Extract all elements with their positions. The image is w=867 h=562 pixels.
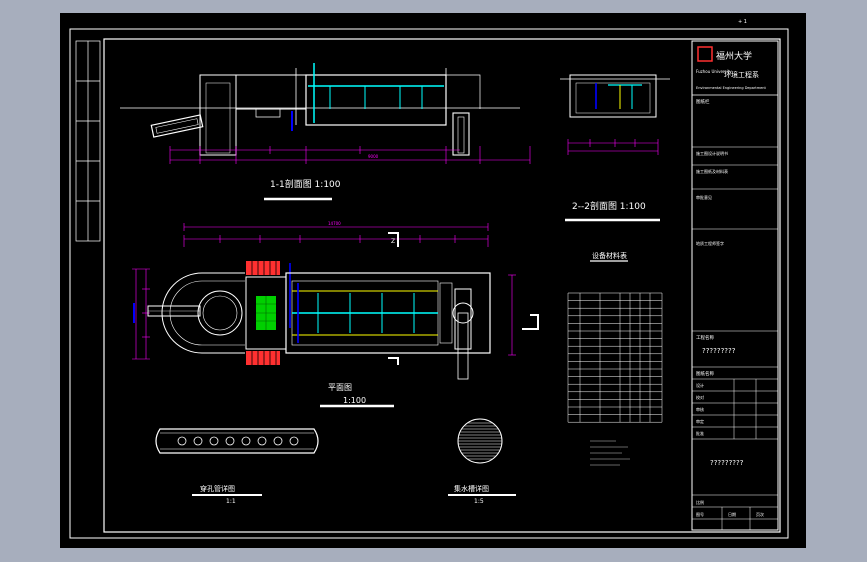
pipe-detail-title: 穿孔管详图	[200, 484, 235, 493]
section-1-1[interactable]: 9000 1-1剖面图 1:100	[120, 63, 531, 201]
sign-row-4: 审定	[696, 418, 704, 424]
plan-scale: 1:100	[343, 396, 366, 405]
pipe-detail-scale: 1:1	[226, 498, 236, 505]
bottom-right-2: 页次	[756, 511, 764, 517]
red-blower-top	[246, 261, 280, 275]
section-mark-top: Z	[391, 238, 395, 245]
red-blower-bottom	[246, 351, 280, 365]
title-row-5: 地质工程师签字	[696, 240, 724, 246]
department-name: 环境工程系	[724, 70, 759, 79]
outer-border	[69, 28, 789, 539]
drawing-label: 图纸名称	[696, 370, 714, 377]
sign-row-5: 批准	[696, 430, 704, 436]
bottom-row-1: 比例	[696, 499, 704, 505]
project-label: 工程名称	[696, 334, 714, 341]
inner-border	[103, 38, 781, 533]
section-1-1-title: 1-1剖面图 1:100	[270, 178, 341, 190]
section-2-2[interactable]: 2--2剖面图 1:100	[560, 74, 670, 222]
binding-strip	[75, 40, 101, 242]
grille-detail-title: 集水槽详图	[454, 484, 489, 493]
title-row-2: 施工图设计说明书	[696, 150, 728, 156]
university-logo-icon	[697, 46, 713, 62]
bottom-row-2: 图号	[696, 511, 704, 517]
plan-view[interactable]: 14700 Z 平面图 1:100	[132, 221, 539, 408]
perforated-pipe-detail[interactable]: 穿孔管详图 1:1	[155, 428, 319, 505]
grille-detail-scale: 1:5	[474, 498, 484, 505]
title-row-1: 图纸栏	[696, 98, 710, 105]
plan-title: 平面图	[328, 383, 352, 392]
project-value: ?????????	[702, 347, 736, 355]
sign-row-2: 校对	[696, 394, 704, 400]
title-row-4: 审批意见	[696, 194, 712, 200]
title-block[interactable]: 福州大学 Fuzhou University 环境工程系 Environment…	[691, 40, 779, 531]
section-2-2-title: 2--2剖面图 1:100	[572, 200, 646, 212]
drawing-sheet[interactable]: + 1 9000 1-1剖面图 1:100 2--2剖面图 1:100 1470…	[60, 13, 806, 548]
dimension-9000: 9000	[368, 154, 379, 159]
corner-mark: + 1	[738, 19, 747, 25]
department-english: Environmental Engineering Department	[696, 86, 766, 90]
table-title: 设备材料表	[592, 251, 627, 260]
collector-grille-detail[interactable]: 集水槽详图 1:5	[448, 418, 630, 505]
sign-row-1: 设计	[696, 382, 704, 388]
equipment-table[interactable]: 设备材料表	[567, 251, 663, 423]
bottom-right-1: 日期	[728, 511, 736, 517]
university-name: 福州大学	[716, 50, 752, 62]
title-row-3: 施工图纸及材料表	[696, 168, 728, 174]
dimension-14700: 14700	[328, 221, 341, 226]
sign-row-3: 审核	[696, 406, 704, 412]
cad-drawing: + 1 9000 1-1剖面图 1:100 2--2剖面图 1:100 1470…	[69, 19, 789, 539]
drawing-value: ?????????	[710, 459, 744, 467]
